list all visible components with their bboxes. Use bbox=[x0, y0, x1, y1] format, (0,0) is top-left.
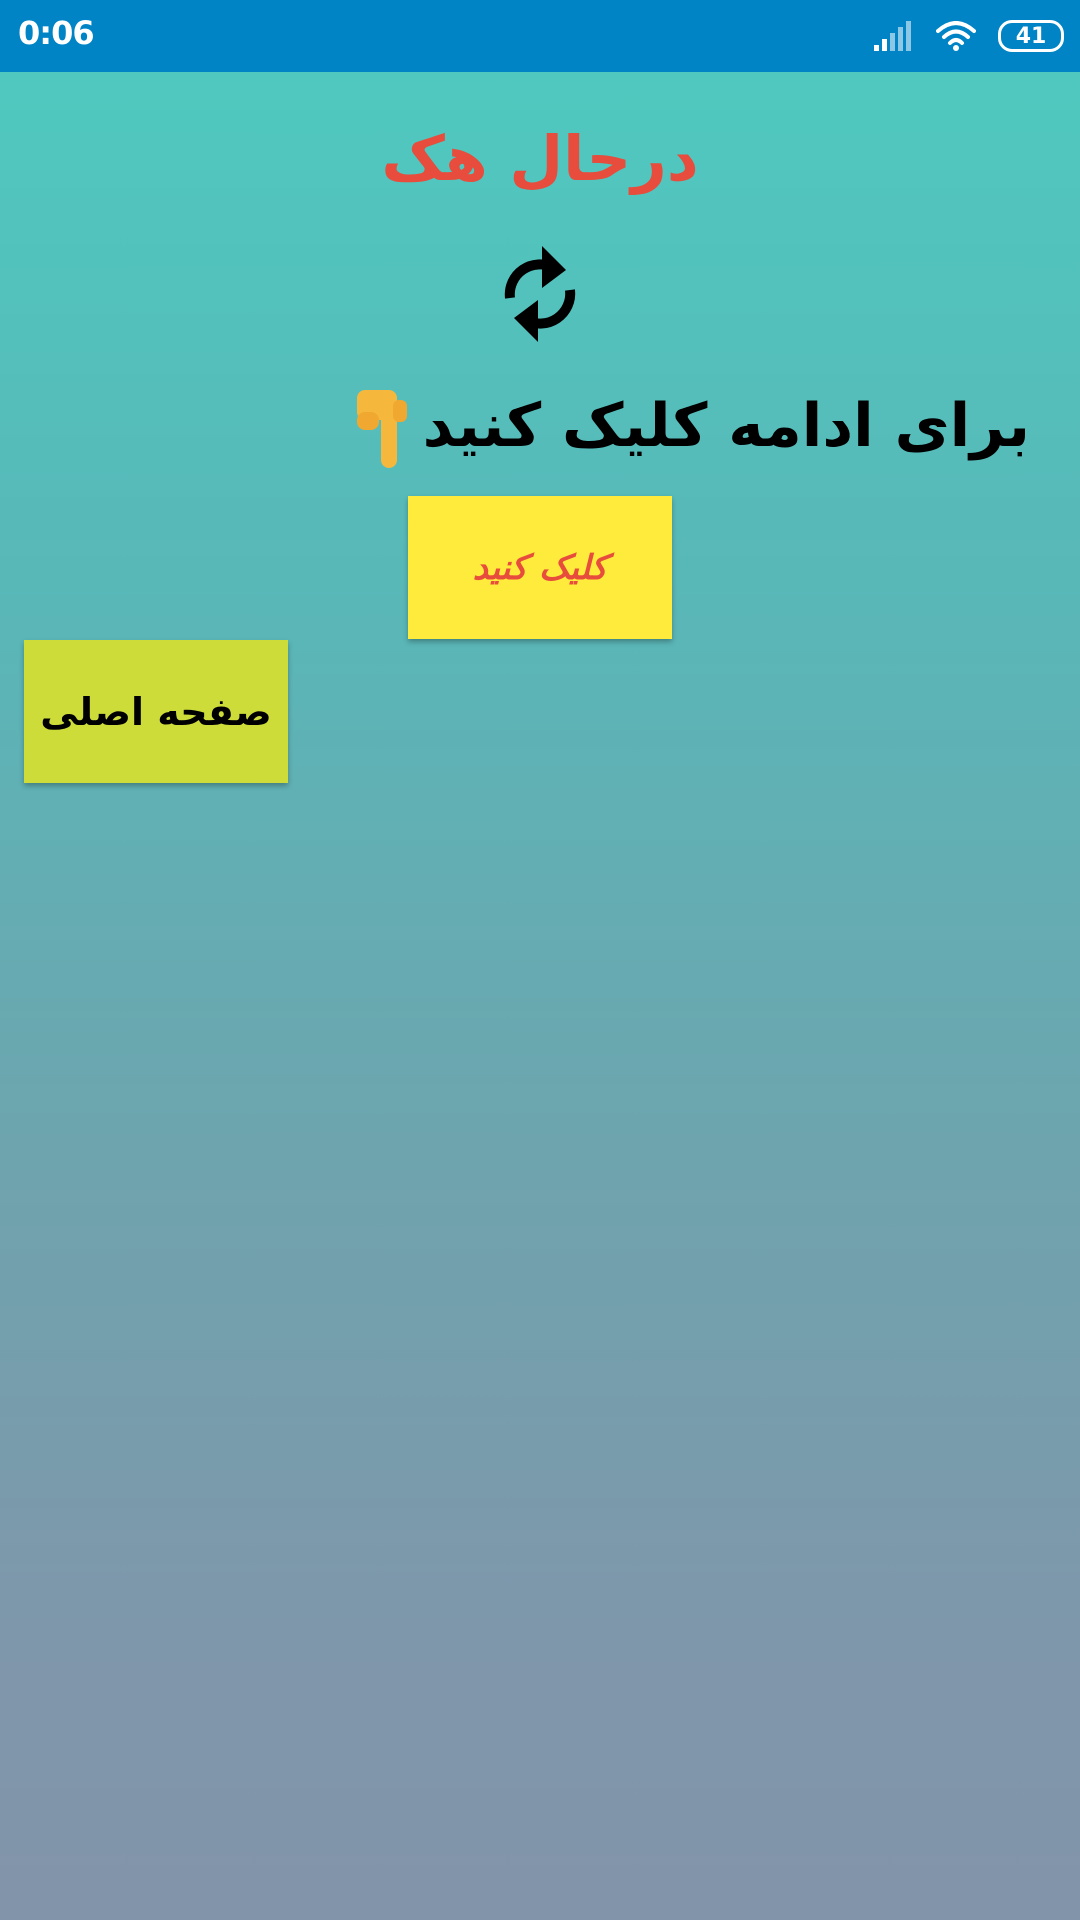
status-bar: 0:06 41 bbox=[0, 0, 1080, 72]
signal-icon bbox=[874, 21, 911, 51]
continue-click-button[interactable]: کلیک کنید bbox=[408, 496, 672, 639]
battery-indicator: 41 bbox=[998, 20, 1064, 52]
pointing-down-icon bbox=[356, 390, 407, 468]
refresh-icon bbox=[504, 246, 576, 342]
battery-level: 41 bbox=[1015, 23, 1047, 49]
status-icons: 41 bbox=[874, 18, 1064, 54]
instruction-text: برای ادامه کلیک کنید bbox=[422, 391, 1030, 461]
page-title: درحال هک bbox=[381, 122, 699, 195]
home-button[interactable]: صفحه اصلی bbox=[24, 640, 288, 783]
wifi-icon bbox=[936, 21, 976, 51]
status-time: 0:06 bbox=[18, 14, 95, 52]
instruction-row: برای ادامه کلیک کنید bbox=[353, 380, 1030, 472]
